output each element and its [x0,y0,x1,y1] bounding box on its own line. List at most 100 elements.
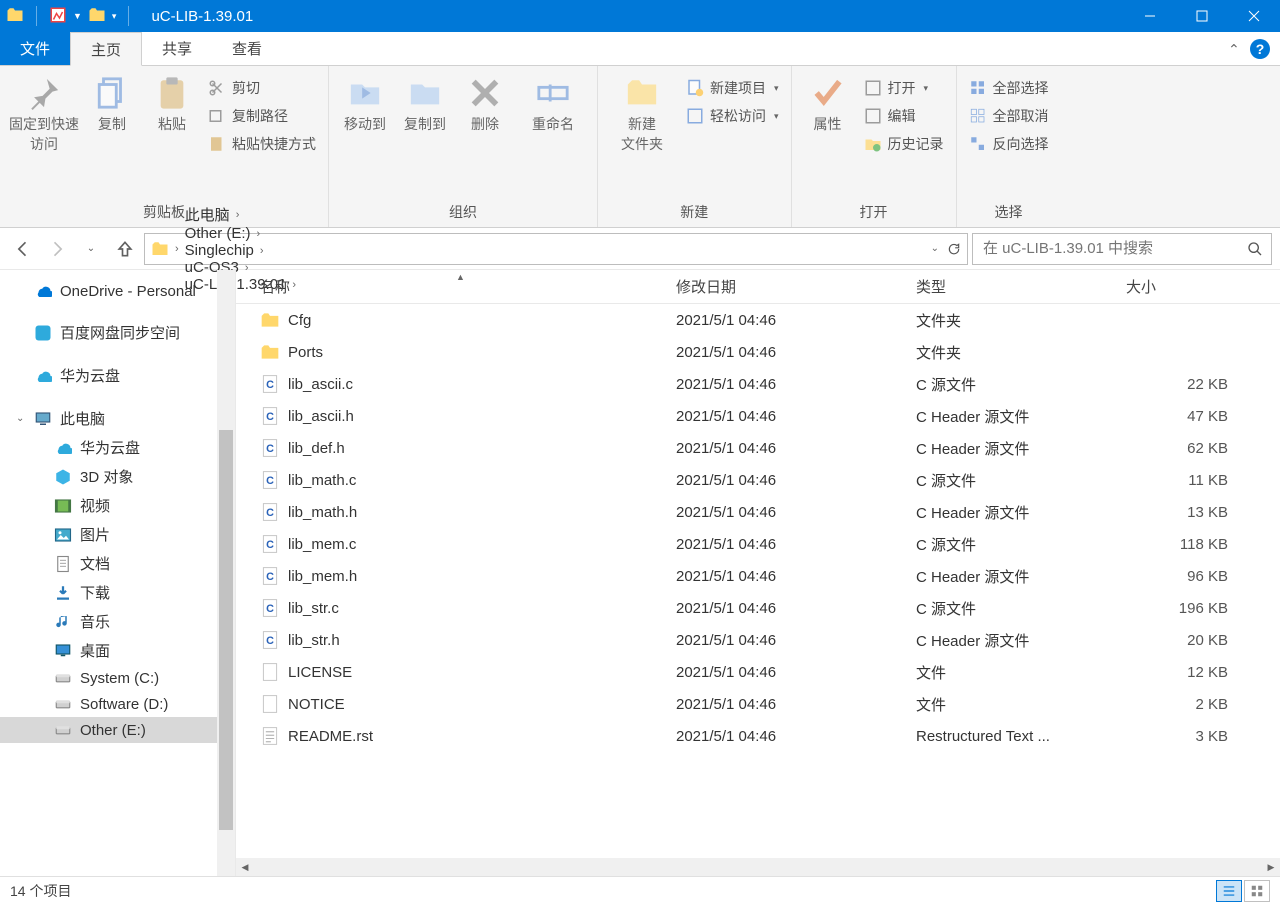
svg-text:C: C [266,507,274,519]
sidebar-item[interactable]: 3D 对象 [0,462,235,491]
sidebar-item[interactable]: OneDrive - Personal [0,278,235,304]
breadcrumb-bar[interactable]: › 此电脑›Other (E:)›Singlechip›uC-OS3›uC-LI… [144,233,968,265]
select-none-button[interactable]: 全部取消 [965,104,1053,128]
expand-icon[interactable]: ⌄ [16,413,24,424]
qat-dropdown-icon[interactable]: ▾ [112,11,117,22]
sidebar-scroll-thumb[interactable] [219,430,233,830]
sidebar-item[interactable]: Other (E:) [0,717,235,743]
qat-chevron-icon[interactable]: ▼ [73,11,82,21]
sidebar-item[interactable]: 华为云盘 [0,361,235,390]
qat-folder-icon-2[interactable] [88,6,106,27]
copy-button[interactable]: 复制 [84,70,140,200]
sidebar-item[interactable]: 华为云盘 [0,433,235,462]
group-clipboard: 固定到快速访问 复制 粘贴 剪切 复制路径 粘贴快捷方式 剪贴板 [0,66,329,227]
address-dropdown-icon[interactable]: ⌄ [931,243,939,254]
tab-home[interactable]: 主页 [70,32,142,66]
sidebar-item[interactable]: 视频 [0,491,235,520]
column-date[interactable]: 修改日期 [676,276,916,297]
tab-share[interactable]: 共享 [142,32,212,65]
tab-view[interactable]: 查看 [212,32,282,65]
titlebar: ▼ ▾ uC-LIB-1.39.01 [0,0,1280,32]
tab-file[interactable]: 文件 [0,32,70,65]
file-row[interactable]: NOTICE2021/5/1 04:46文件2 KB [236,688,1280,720]
scroll-right-icon[interactable]: ▶ [1262,858,1280,876]
refresh-icon[interactable] [947,242,961,256]
sidebar-item[interactable]: 文档 [0,549,235,578]
breadcrumb-item[interactable]: 此电脑› [185,204,298,225]
invert-selection-button[interactable]: 反向选择 [965,132,1053,156]
close-button[interactable] [1228,0,1280,32]
open-button[interactable]: 打开▾ [860,76,948,100]
file-row[interactable]: Clib_ascii.h2021/5/1 04:46C Header 源文件47… [236,400,1280,432]
details-view-button[interactable] [1216,880,1242,902]
new-folder-button[interactable]: 新建 文件夹 [606,70,678,200]
scroll-left-icon[interactable]: ◀ [236,858,254,876]
sidebar-scrollbar[interactable] [217,270,235,876]
file-size: 96 KB [1126,568,1236,585]
file-row[interactable]: Ports2021/5/1 04:46文件夹 [236,336,1280,368]
cut-button[interactable]: 剪切 [204,76,320,100]
breadcrumb-item[interactable]: Other (E:)› [185,225,298,242]
properties-button[interactable]: 属性 [800,70,856,200]
sidebar-item[interactable]: 图片 [0,520,235,549]
easy-access-button[interactable]: 轻松访问▾ [682,104,783,128]
select-all-button[interactable]: 全部选择 [965,76,1053,100]
maximize-button[interactable] [1176,0,1228,32]
qat-properties-icon[interactable] [49,6,67,27]
copy-path-button[interactable]: 复制路径 [204,104,320,128]
file-row[interactable]: Clib_ascii.c2021/5/1 04:46C 源文件22 KB [236,368,1280,400]
move-to-button[interactable]: 移动到 [337,70,393,200]
column-type[interactable]: 类型 [916,276,1126,297]
copy-to-button[interactable]: 复制到 [397,70,453,200]
file-row[interactable]: Clib_mem.h2021/5/1 04:46C Header 源文件96 K… [236,560,1280,592]
delete-button[interactable]: 删除 [457,70,513,200]
nav-forward-button[interactable] [42,234,72,264]
sidebar-item[interactable]: Software (D:) [0,691,235,717]
icons-view-button[interactable] [1244,880,1270,902]
column-name[interactable]: ▲名称 [236,276,676,297]
horizontal-scrollbar[interactable]: ◀ ▶ [236,858,1280,876]
file-name: LICENSE [288,664,352,681]
paste-shortcut-button[interactable]: 粘贴快捷方式 [204,132,320,156]
file-row[interactable]: Clib_math.h2021/5/1 04:46C Header 源文件13 … [236,496,1280,528]
breadcrumb-item[interactable]: Singlechip› [185,242,298,259]
help-button[interactable]: ? [1250,39,1270,59]
group-label-open: 打开 [800,200,948,225]
file-name: lib_def.h [288,440,345,457]
sidebar-item[interactable]: 桌面 [0,636,235,665]
nav-recent-dropdown[interactable]: ⌄ [76,234,106,264]
history-button[interactable]: 历史记录 [860,132,948,156]
file-row[interactable]: LICENSE2021/5/1 04:46文件12 KB [236,656,1280,688]
sidebar-item[interactable]: 音乐 [0,607,235,636]
edit-button[interactable]: 编辑 [860,104,948,128]
collapse-ribbon-icon[interactable]: ⌄ [1228,40,1240,57]
address-bar: ⌄ › 此电脑›Other (E:)›Singlechip›uC-OS3›uC-… [0,228,1280,270]
sidebar-item[interactable]: 下载 [0,578,235,607]
file-row[interactable]: Clib_def.h2021/5/1 04:46C Header 源文件62 K… [236,432,1280,464]
search-box[interactable] [972,233,1272,265]
nav-back-button[interactable] [8,234,38,264]
file-name: lib_math.h [288,504,357,521]
rename-button[interactable]: 重命名 [517,70,589,200]
paste-button[interactable]: 粘贴 [144,70,200,200]
sidebar-item[interactable]: 百度网盘同步空间 [0,318,235,347]
pin-to-quick-access-button[interactable]: 固定到快速访问 [8,70,80,200]
sidebar-item[interactable]: System (C:) [0,665,235,691]
nav-up-button[interactable] [110,234,140,264]
column-size[interactable]: 大小 [1126,276,1236,297]
file-row[interactable]: Clib_str.h2021/5/1 04:46C Header 源文件20 K… [236,624,1280,656]
file-row[interactable]: Clib_math.c2021/5/1 04:46C 源文件11 KB [236,464,1280,496]
sidebar-item-label: 图片 [80,524,110,545]
minimize-button[interactable] [1124,0,1176,32]
sidebar-item[interactable]: ⌄此电脑 [0,404,235,433]
search-input[interactable] [981,239,1247,258]
file-row[interactable]: Clib_str.c2021/5/1 04:46C 源文件196 KB [236,592,1280,624]
file-row[interactable]: Clib_mem.c2021/5/1 04:46C 源文件118 KB [236,528,1280,560]
file-size: 13 KB [1126,504,1236,521]
file-row[interactable]: Cfg2021/5/1 04:46文件夹 [236,304,1280,336]
search-icon[interactable] [1247,241,1263,257]
sidebar-item-label: 桌面 [80,640,110,661]
file-row[interactable]: README.rst2021/5/1 04:46Restructured Tex… [236,720,1280,752]
new-item-button[interactable]: 新建项目▾ [682,76,783,100]
qat-folder-icon[interactable] [6,6,24,27]
